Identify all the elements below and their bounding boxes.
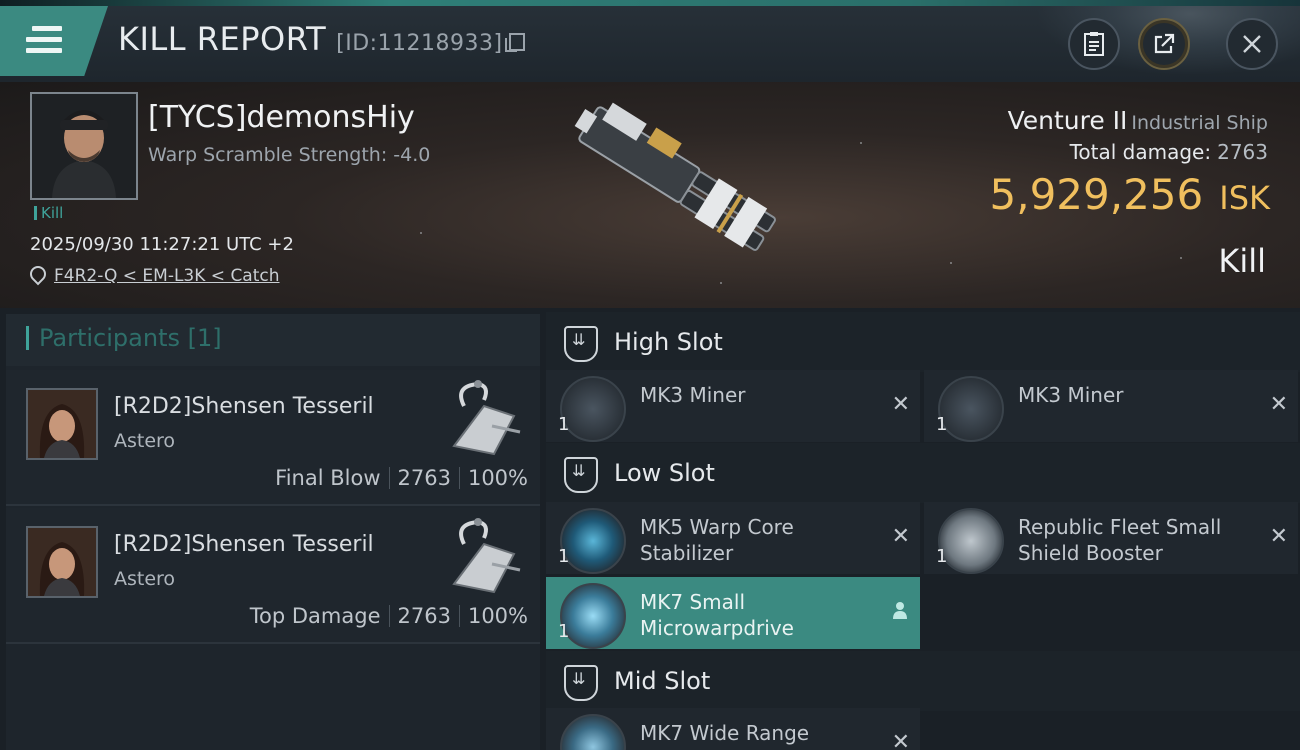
participant-stats: Final Blow 2763 100% [275, 466, 528, 490]
module-item[interactable]: 1 MK7 Small Microwarpdrive [546, 577, 920, 649]
copy-icon[interactable] [504, 33, 525, 52]
kill-datetime: 2025/09/30 11:27:21 UTC +2 [30, 234, 294, 255]
wide-range-module-icon [560, 714, 626, 750]
module-item[interactable]: MK7 Wide Range ✕ [546, 708, 920, 750]
participant-ship: Astero [114, 568, 176, 590]
close-icon [1243, 35, 1261, 53]
participant-role: Top Damage [249, 604, 381, 628]
total-damage: Total damage: 2763 [1070, 140, 1268, 164]
participant-row[interactable]: [R2D2]Shensen Tesseril Astero Top Damage… [6, 508, 540, 644]
mid-slot-header: Mid Slot [546, 651, 1300, 711]
ship-class: Industrial Ship [1131, 112, 1268, 134]
report-id: [ID:11218933] [336, 31, 503, 56]
victim-name[interactable]: [TYCS]demonsHiy [148, 100, 415, 135]
module-qty: 1 [558, 546, 570, 567]
participant-portrait [28, 528, 96, 596]
module-name: MK7 Wide Range [640, 721, 810, 745]
module-qty: 1 [936, 414, 948, 435]
astero-ship-icon [452, 380, 521, 456]
low-slot-header: Low Slot [546, 443, 1300, 503]
result-label: Kill [1218, 242, 1266, 280]
share-button[interactable] [1138, 18, 1190, 70]
module-qty: 1 [936, 546, 948, 567]
participant-percent: 100% [467, 604, 528, 628]
low-slot-label: Low Slot [614, 459, 715, 487]
warp-core-stabilizer-icon [560, 508, 626, 574]
module-name: MK7 Small Microwarpdrive [640, 590, 794, 640]
module-qty: 1 [558, 414, 570, 435]
miner-module-icon [938, 376, 1004, 442]
destroyed-x-icon: ✕ [891, 524, 910, 549]
participant-damage: 2763 [397, 466, 451, 490]
participant-name[interactable]: [R2D2]Shensen Tesseril [114, 532, 374, 557]
participant-stats: Top Damage 2763 100% [250, 604, 528, 628]
warp-scramble-strength: Warp Scramble Strength: -4.0 [148, 144, 431, 166]
title-text: KILL REPORT [118, 20, 327, 58]
astero-ship-icon [452, 518, 521, 594]
isk-unit: ISK [1219, 179, 1270, 217]
mid-slot-icon [564, 665, 598, 701]
high-slot-label: High Slot [614, 328, 723, 356]
high-slot-icon [564, 326, 598, 362]
low-slot-icon [564, 457, 598, 493]
kill-location[interactable]: F4R2-Q < EM-L3K < Catch [26, 262, 280, 286]
participant-row[interactable]: [R2D2]Shensen Tesseril Astero Final Blow… [6, 370, 540, 506]
close-button[interactable] [1226, 18, 1278, 70]
isk-amount: 5,929,256 [989, 170, 1204, 219]
total-damage-value: 2763 [1217, 140, 1268, 164]
ship-name: Venture II Industrial Ship [1008, 106, 1268, 135]
shield-booster-icon [938, 508, 1004, 574]
victim-banner: [TYCS]demonsHiy Warp Scramble Strength: … [0, 82, 1300, 308]
module-item[interactable]: 1 MK5 Warp Core Stabilizer ✕ [546, 502, 920, 574]
clipboard-icon [1084, 32, 1104, 56]
module-item[interactable]: 1 MK3 Miner ✕ [546, 370, 920, 442]
share-icon [1154, 33, 1175, 54]
module-name: MK3 Miner [640, 383, 746, 407]
participant-portrait [28, 390, 96, 458]
isk-value: 5,929,256 ISK [990, 170, 1271, 219]
destroyed-x-icon: ✕ [891, 730, 910, 750]
module-name: MK3 Miner [1018, 383, 1124, 407]
ship-name-text: Venture II [1007, 106, 1128, 135]
kill-tag: Kill [34, 206, 63, 221]
participant-avatar[interactable] [26, 526, 98, 598]
victim-avatar[interactable] [30, 92, 138, 200]
participant-name[interactable]: [R2D2]Shensen Tesseril [114, 394, 374, 419]
microwarpdrive-icon [560, 583, 626, 649]
participant-ship: Astero [114, 430, 176, 452]
pilot-portrait [32, 94, 136, 198]
location-pin-icon [26, 262, 50, 286]
hamburger-icon [26, 26, 62, 59]
total-damage-label: Total damage: [1069, 140, 1212, 164]
destroyed-x-icon: ✕ [1269, 524, 1288, 549]
location-link[interactable]: F4R2-Q < EM-L3K < Catch [54, 266, 280, 286]
participant-damage: 2763 [397, 604, 451, 628]
page-title: KILL REPORT [ID:11218933] [118, 20, 525, 58]
clipboard-button[interactable] [1068, 18, 1120, 70]
victim-ship-image [574, 102, 776, 251]
participant-role: Final Blow [275, 466, 381, 490]
person-icon [893, 602, 907, 619]
destroyed-x-icon: ✕ [891, 392, 910, 417]
miner-module-icon [560, 376, 626, 442]
participant-avatar[interactable] [26, 388, 98, 460]
mid-slot-label: Mid Slot [614, 667, 711, 695]
module-name: MK5 Warp Core Stabilizer [640, 515, 794, 565]
module-item[interactable]: 1 MK3 Miner ✕ [924, 370, 1298, 442]
participant-percent: 100% [467, 466, 528, 490]
destroyed-x-icon: ✕ [1269, 392, 1288, 417]
module-name: Republic Fleet Small Shield Booster [1018, 515, 1222, 565]
module-qty: 1 [558, 621, 570, 642]
module-item[interactable]: 1 Republic Fleet Small Shield Booster ✕ [924, 502, 1298, 574]
high-slot-header: High Slot [546, 312, 1300, 372]
participants-title: Participants [1] [26, 326, 222, 350]
